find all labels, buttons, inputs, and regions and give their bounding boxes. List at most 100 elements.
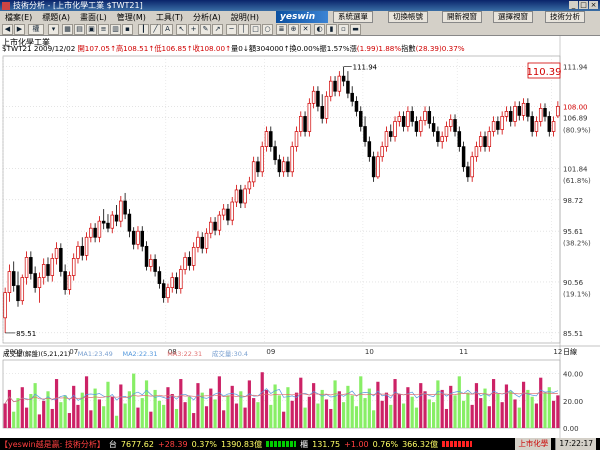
candle-body	[174, 277, 179, 289]
candle-body	[303, 116, 307, 132]
new-window-button[interactable]: 開新視窗	[442, 11, 482, 23]
volume-bar	[54, 379, 59, 428]
volume-bar	[162, 404, 166, 428]
volume-bar	[12, 411, 16, 428]
print-icon[interactable]: ▬	[350, 24, 361, 35]
current-price-value: 110.39	[527, 67, 562, 78]
volume-bar	[470, 404, 474, 428]
candle-body	[316, 90, 320, 107]
candle-icon[interactable]: ┃	[138, 24, 149, 35]
palette-icon[interactable]: ◐	[314, 24, 325, 35]
lock-icon[interactable]: ▫	[338, 24, 349, 35]
window-icon[interactable]: ▣	[86, 24, 97, 35]
volume-bar	[252, 398, 256, 428]
volume-bar	[136, 407, 140, 428]
vline-icon[interactable]: │	[238, 24, 249, 35]
candle-body	[299, 116, 303, 132]
candle-body	[543, 108, 547, 117]
volume-bar	[432, 402, 436, 428]
fib-icon[interactable]: ≣	[276, 24, 287, 35]
chevron-down-icon[interactable]: ▾	[48, 24, 59, 35]
volume-bar	[196, 383, 200, 428]
menu-tools[interactable]: 工具(T)	[151, 12, 188, 23]
forward-icon[interactable]: ▶	[14, 24, 25, 35]
chart-area[interactable]: 111.94 108.00 106.89 (80.9%) 101.84 (61.8%) 98…	[0, 36, 600, 438]
chart-icon[interactable]: ▥	[110, 24, 121, 35]
candle-body	[414, 121, 419, 132]
volume-bar	[3, 403, 7, 428]
list-icon[interactable]: ≡	[98, 24, 109, 35]
candle-body	[526, 102, 530, 117]
volume-bar	[123, 403, 127, 428]
time-tick-label: 12	[553, 348, 562, 356]
weight-icon[interactable]: 權	[28, 24, 44, 35]
table-icon[interactable]: ▤	[74, 24, 85, 35]
text-icon[interactable]: A	[162, 24, 173, 35]
price-tick-label: 95.61	[563, 228, 583, 236]
volume-bar	[140, 398, 144, 428]
rect-icon[interactable]: □	[250, 24, 261, 35]
menu-help[interactable]: 說明(H)	[226, 12, 264, 23]
menu-analysis[interactable]: 分析(A)	[188, 12, 226, 23]
bar-icon[interactable]: ▮	[326, 24, 337, 35]
candle-body	[474, 146, 479, 158]
volume-bar	[337, 391, 341, 428]
volume-bar	[479, 398, 483, 428]
volume-bar	[324, 399, 329, 428]
volume-title-item: 成交量(解盤)(5,21,21)	[3, 349, 70, 358]
volume-bar	[42, 400, 46, 428]
system-menu-button[interactable]: 系統選單	[333, 11, 373, 23]
otc-breadth-bars	[442, 441, 473, 447]
crosshair-icon[interactable]: +	[188, 24, 199, 35]
cursor-icon[interactable]: ↖	[176, 24, 187, 35]
volume-bar	[389, 404, 393, 428]
grid-icon[interactable]: ▦	[62, 24, 73, 35]
info-segment: (28.39)0.37%	[415, 44, 465, 53]
maximize-button[interactable]: □	[579, 1, 588, 9]
price-chart[interactable]: 111.94 108.00 106.89 (80.9%) 101.84 (61.8%) 98…	[0, 36, 600, 438]
candle-body	[144, 245, 149, 267]
candle-body	[119, 200, 123, 222]
status-stock[interactable]: 上市化學	[515, 438, 552, 450]
volume-bar	[50, 408, 54, 428]
volume-bar	[449, 385, 453, 428]
select-window-button[interactable]: 選擇視窗	[493, 11, 533, 23]
info-segment: 收108.00↑	[192, 44, 232, 53]
volume-bar	[504, 384, 509, 428]
save-icon[interactable]: ▪	[122, 24, 133, 35]
trend-icon[interactable]: ↗	[212, 24, 223, 35]
info-segment: 低106.85↑	[154, 44, 193, 53]
candle-body	[448, 119, 453, 127]
info-segment: 漲	[349, 44, 357, 53]
delete-icon[interactable]: ✕	[300, 24, 311, 35]
hline-icon[interactable]: ─	[226, 24, 237, 35]
volume-bar	[530, 396, 534, 428]
minimize-button[interactable]: _	[569, 1, 578, 9]
close-button[interactable]: ×	[589, 1, 598, 9]
candle-body	[504, 111, 509, 117]
circle-icon[interactable]: ○	[262, 24, 273, 35]
candle-body	[243, 188, 247, 204]
candle-body	[251, 161, 256, 183]
candle-body	[59, 247, 63, 272]
menu-screen[interactable]: 畫面(L)	[75, 12, 112, 23]
candle-body	[483, 136, 487, 147]
candle-body	[166, 287, 170, 299]
menu-file[interactable]: 檔案(E)	[0, 12, 37, 23]
volume-bar	[110, 396, 114, 428]
tech-analysis-button[interactable]: 技術分析	[545, 11, 585, 23]
switch-account-button[interactable]: 切換帳號	[388, 11, 428, 23]
candle-body	[230, 201, 234, 221]
volume-bar	[410, 396, 414, 428]
menu-manage[interactable]: 管理(M)	[112, 12, 151, 23]
volume-bar	[213, 399, 217, 428]
zoom-icon[interactable]: ⊕	[288, 24, 299, 35]
volume-bar	[76, 404, 80, 428]
candle-body	[170, 277, 174, 288]
volume-bar	[290, 400, 294, 428]
drawing-icon[interactable]: ✎	[200, 24, 211, 35]
line-icon[interactable]: ╱	[150, 24, 161, 35]
back-icon[interactable]: ◀	[2, 24, 13, 35]
menu-title[interactable]: 標題(A)	[37, 12, 75, 23]
volume-title-item: MA1:23.49	[78, 350, 113, 358]
